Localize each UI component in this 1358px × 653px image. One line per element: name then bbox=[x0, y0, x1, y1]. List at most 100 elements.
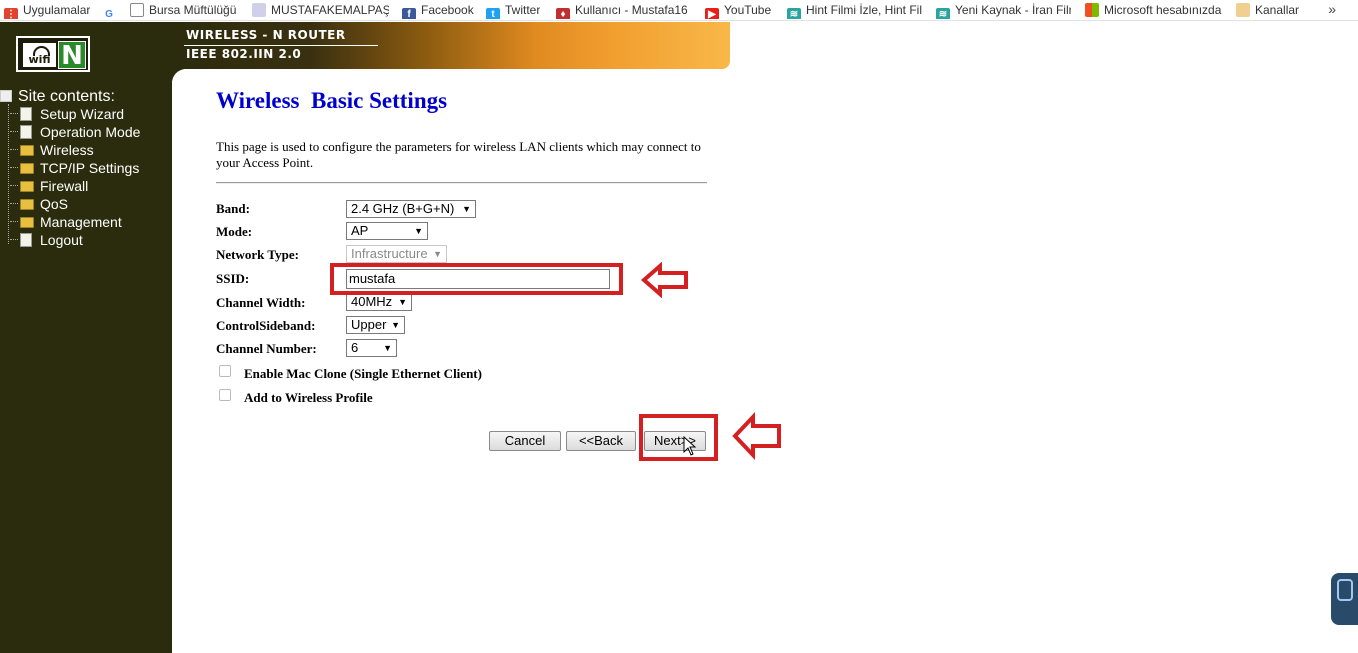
apps-grid-icon: ⋮ bbox=[4, 8, 18, 19]
sidebar-item-label: Logout bbox=[40, 232, 83, 248]
bookmark-label: Yeni Kaynak - İran Film bbox=[955, 3, 1071, 17]
document-icon bbox=[20, 107, 32, 121]
divider bbox=[216, 182, 707, 184]
ssid-highlight-box bbox=[330, 263, 623, 295]
wireless-profile-checkbox[interactable] bbox=[219, 389, 231, 401]
mode-select[interactable]: AP ▼ bbox=[346, 222, 428, 240]
teamviewer-widget[interactable] bbox=[1331, 573, 1358, 625]
content-corner bbox=[172, 69, 192, 89]
microsoft-icon bbox=[1085, 3, 1099, 17]
channel-number-label: Channel Number: bbox=[216, 341, 317, 356]
sidebar-item-operation-mode[interactable]: Operation Mode bbox=[10, 124, 140, 142]
mode-value: AP bbox=[351, 223, 369, 238]
bookmark-mustafakemalpasa[interactable]: MUSTAFAKEMALPAŞA bbox=[252, 2, 389, 19]
bookmark-facebook[interactable]: f Facebook bbox=[402, 2, 474, 19]
folder-icon bbox=[20, 199, 34, 210]
sidebar-item-qos[interactable]: QoS bbox=[10, 196, 68, 214]
mouse-cursor-icon bbox=[683, 436, 697, 456]
tree-root-icon bbox=[0, 90, 12, 102]
wifi-logo-text: wifi bbox=[23, 43, 56, 67]
chevron-down-icon: ▼ bbox=[383, 343, 392, 353]
bookmark-label: MUSTAFAKEMALPAŞA bbox=[271, 3, 389, 17]
mode-label: Mode: bbox=[216, 224, 253, 239]
bookmark-hint-filmi[interactable]: ≋ Hint Filmi İzle, Hint Fil bbox=[787, 2, 922, 19]
more-bookmarks-button[interactable]: » bbox=[1328, 1, 1336, 17]
bookmark-kullanici[interactable]: ♦ Kullanıcı - Mustafa16 - bbox=[556, 2, 691, 19]
page-description: This page is used to configure the param… bbox=[216, 139, 701, 170]
channel-width-value: 40MHz bbox=[351, 294, 393, 309]
bookmark-apps[interactable]: ⋮ Uygulamalar bbox=[4, 2, 90, 19]
sidebar-item-firewall[interactable]: Firewall bbox=[10, 178, 88, 196]
sidebar-item-label: Firewall bbox=[40, 178, 89, 194]
ssid-pointer-arrow-icon bbox=[640, 262, 688, 298]
document-icon bbox=[20, 125, 32, 139]
bookmark-yeni-kaynak[interactable]: ≋ Yeni Kaynak - İran Film bbox=[936, 2, 1071, 19]
folder-icon bbox=[20, 145, 34, 156]
sidebar-item-label: Setup Wizard bbox=[40, 106, 125, 122]
bookmark-label: Microsoft hesabınızda bbox=[1104, 3, 1222, 17]
control-sideband-select[interactable]: Upper ▼ bbox=[346, 316, 405, 334]
tree-connector-line bbox=[8, 104, 9, 244]
bookmark-kanallar[interactable]: Kanallar bbox=[1236, 2, 1299, 19]
chevron-down-icon: ▼ bbox=[414, 226, 423, 236]
band-value: 2.4 GHz (B+G+N) bbox=[351, 201, 455, 216]
sidebar-item-wireless[interactable]: Wireless bbox=[10, 142, 94, 160]
back-button[interactable]: <<Back bbox=[566, 431, 636, 451]
film-icon: ≋ bbox=[936, 8, 950, 19]
bookmark-label: Kanallar bbox=[1255, 3, 1300, 17]
band-select[interactable]: 2.4 GHz (B+G+N) ▼ bbox=[346, 200, 476, 218]
bookmark-microsoft[interactable]: Microsoft hesabınızda bbox=[1085, 2, 1223, 19]
banner-title: WIRELESS - N ROUTER bbox=[186, 28, 346, 42]
sidebar-item-logout[interactable]: Logout bbox=[10, 232, 83, 250]
youtube-icon: ▶ bbox=[705, 8, 719, 19]
google-icon: G bbox=[102, 8, 116, 19]
bookmark-label: Facebook bbox=[421, 3, 474, 17]
wireless-profile-label: Add to Wireless Profile bbox=[244, 390, 373, 405]
bookmark-bursa[interactable]: Bursa Müftülüğü bbox=[130, 2, 236, 19]
sidebar-item-tcpip-settings[interactable]: TCP/IP Settings bbox=[10, 160, 139, 178]
bookmark-label: Uygulamalar bbox=[23, 3, 91, 17]
chevron-down-icon: ▼ bbox=[462, 204, 471, 214]
folder-icon bbox=[20, 217, 34, 228]
folder-icon bbox=[20, 163, 34, 174]
bookmark-label: Hint Filmi İzle, Hint Fil bbox=[806, 3, 922, 17]
bookmark-twitter[interactable]: t Twitter bbox=[486, 2, 540, 19]
chevron-down-icon: ▼ bbox=[391, 320, 400, 330]
site-contents-label: Site contents: bbox=[18, 88, 115, 105]
chevron-down-icon: ▼ bbox=[433, 249, 442, 259]
control-sideband-value: Upper bbox=[351, 317, 387, 332]
page-title: Wireless Basic Settings bbox=[216, 88, 448, 113]
control-sideband-label: ControlSideband: bbox=[216, 318, 316, 333]
sidebar-item-label: TCP/IP Settings bbox=[40, 160, 140, 176]
folder-icon bbox=[20, 181, 34, 192]
wifi-n-logo: wifi N bbox=[16, 36, 90, 72]
cancel-button[interactable]: Cancel bbox=[489, 431, 561, 451]
mac-clone-label: Enable Mac Clone (Single Ethernet Client… bbox=[244, 366, 482, 381]
bookmark-label: Twitter bbox=[505, 3, 541, 17]
bookmark-youtube[interactable]: ▶ YouTube bbox=[705, 2, 771, 19]
channel-number-select[interactable]: 6 ▼ bbox=[346, 339, 397, 357]
user-icon: ♦ bbox=[556, 8, 570, 19]
n-logo-text: N bbox=[58, 41, 86, 70]
band-label: Band: bbox=[216, 201, 250, 216]
bookmarks-bar: ⋮ Uygulamalar G Bursa Müftülüğü MUSTAFAKE… bbox=[0, 0, 1358, 21]
bookmark-google[interactable]: G bbox=[102, 2, 121, 19]
bookmark-label: YouTube bbox=[724, 3, 772, 17]
network-type-select: Infrastructure ▼ bbox=[346, 245, 447, 263]
ssid-label: SSID: bbox=[216, 271, 250, 286]
bookmark-label: Kullanıcı - Mustafa16 - bbox=[575, 3, 691, 17]
network-type-value: Infrastructure bbox=[351, 246, 428, 261]
bookmark-label: Bursa Müftülüğü bbox=[149, 3, 237, 17]
facebook-icon: f bbox=[402, 8, 416, 19]
mac-clone-checkbox[interactable] bbox=[219, 365, 231, 377]
sidebar-item-setup-wizard[interactable]: Setup Wizard bbox=[10, 106, 124, 124]
chevron-down-icon: ▼ bbox=[398, 297, 407, 307]
channel-width-label: Channel Width: bbox=[216, 295, 306, 310]
sidebar-item-management[interactable]: Management bbox=[10, 214, 122, 232]
sidebar-item-label: Wireless bbox=[40, 142, 94, 158]
network-type-label: Network Type: bbox=[216, 247, 299, 262]
sidebar-item-label: Management bbox=[40, 214, 122, 230]
film-icon: ≋ bbox=[787, 8, 801, 19]
banner-subtitle: IEEE 802.IIN 2.0 bbox=[186, 47, 302, 61]
channel-width-select[interactable]: 40MHz ▼ bbox=[346, 293, 412, 311]
